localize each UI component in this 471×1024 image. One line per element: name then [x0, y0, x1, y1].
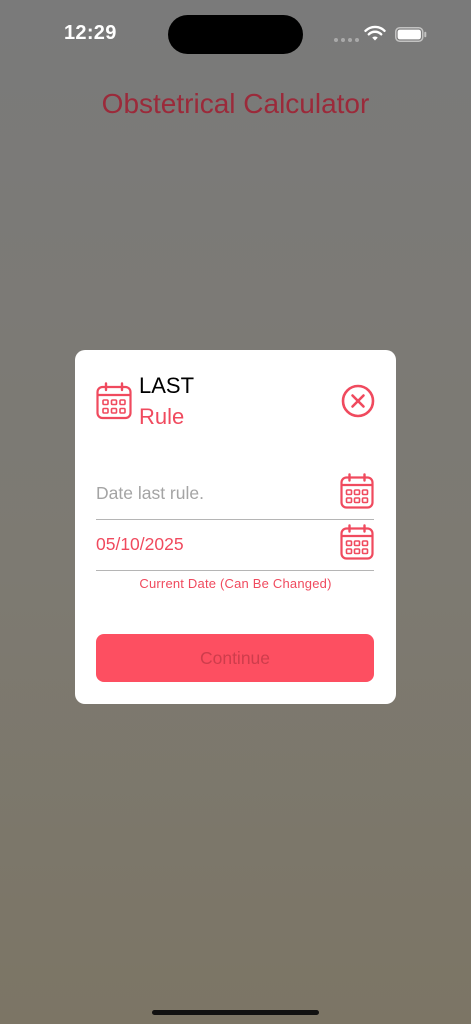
page-title: Obstetrical Calculator	[101, 88, 370, 119]
continue-button[interactable]: Continue	[96, 634, 374, 682]
last-rule-date-input[interactable]	[96, 483, 326, 504]
close-icon[interactable]	[341, 384, 375, 418]
modal-title-line2: Rule	[139, 404, 185, 429]
status-time: 12:29	[64, 22, 117, 44]
current-date-value[interactable]: 05/10/2025	[96, 534, 326, 555]
calendar-icon	[96, 382, 132, 420]
current-date-helper-text: Current Date (Can Be Changed)	[139, 576, 332, 591]
battery-icon	[395, 27, 427, 42]
calendar-icon[interactable]	[340, 524, 374, 560]
modal-title-line1: LAST	[139, 373, 195, 398]
calendar-icon[interactable]	[340, 473, 374, 509]
dynamic-island	[168, 15, 303, 54]
status-bar: 12:29	[0, 0, 471, 60]
home-indicator[interactable]	[152, 1010, 319, 1015]
last-rule-date-field	[96, 473, 374, 520]
current-date-field: 05/10/2025	[96, 524, 374, 571]
wifi-icon	[364, 25, 386, 41]
last-rule-modal: LAST Rule 05/10/2025	[75, 350, 396, 704]
signal-dots-icon	[334, 38, 359, 42]
